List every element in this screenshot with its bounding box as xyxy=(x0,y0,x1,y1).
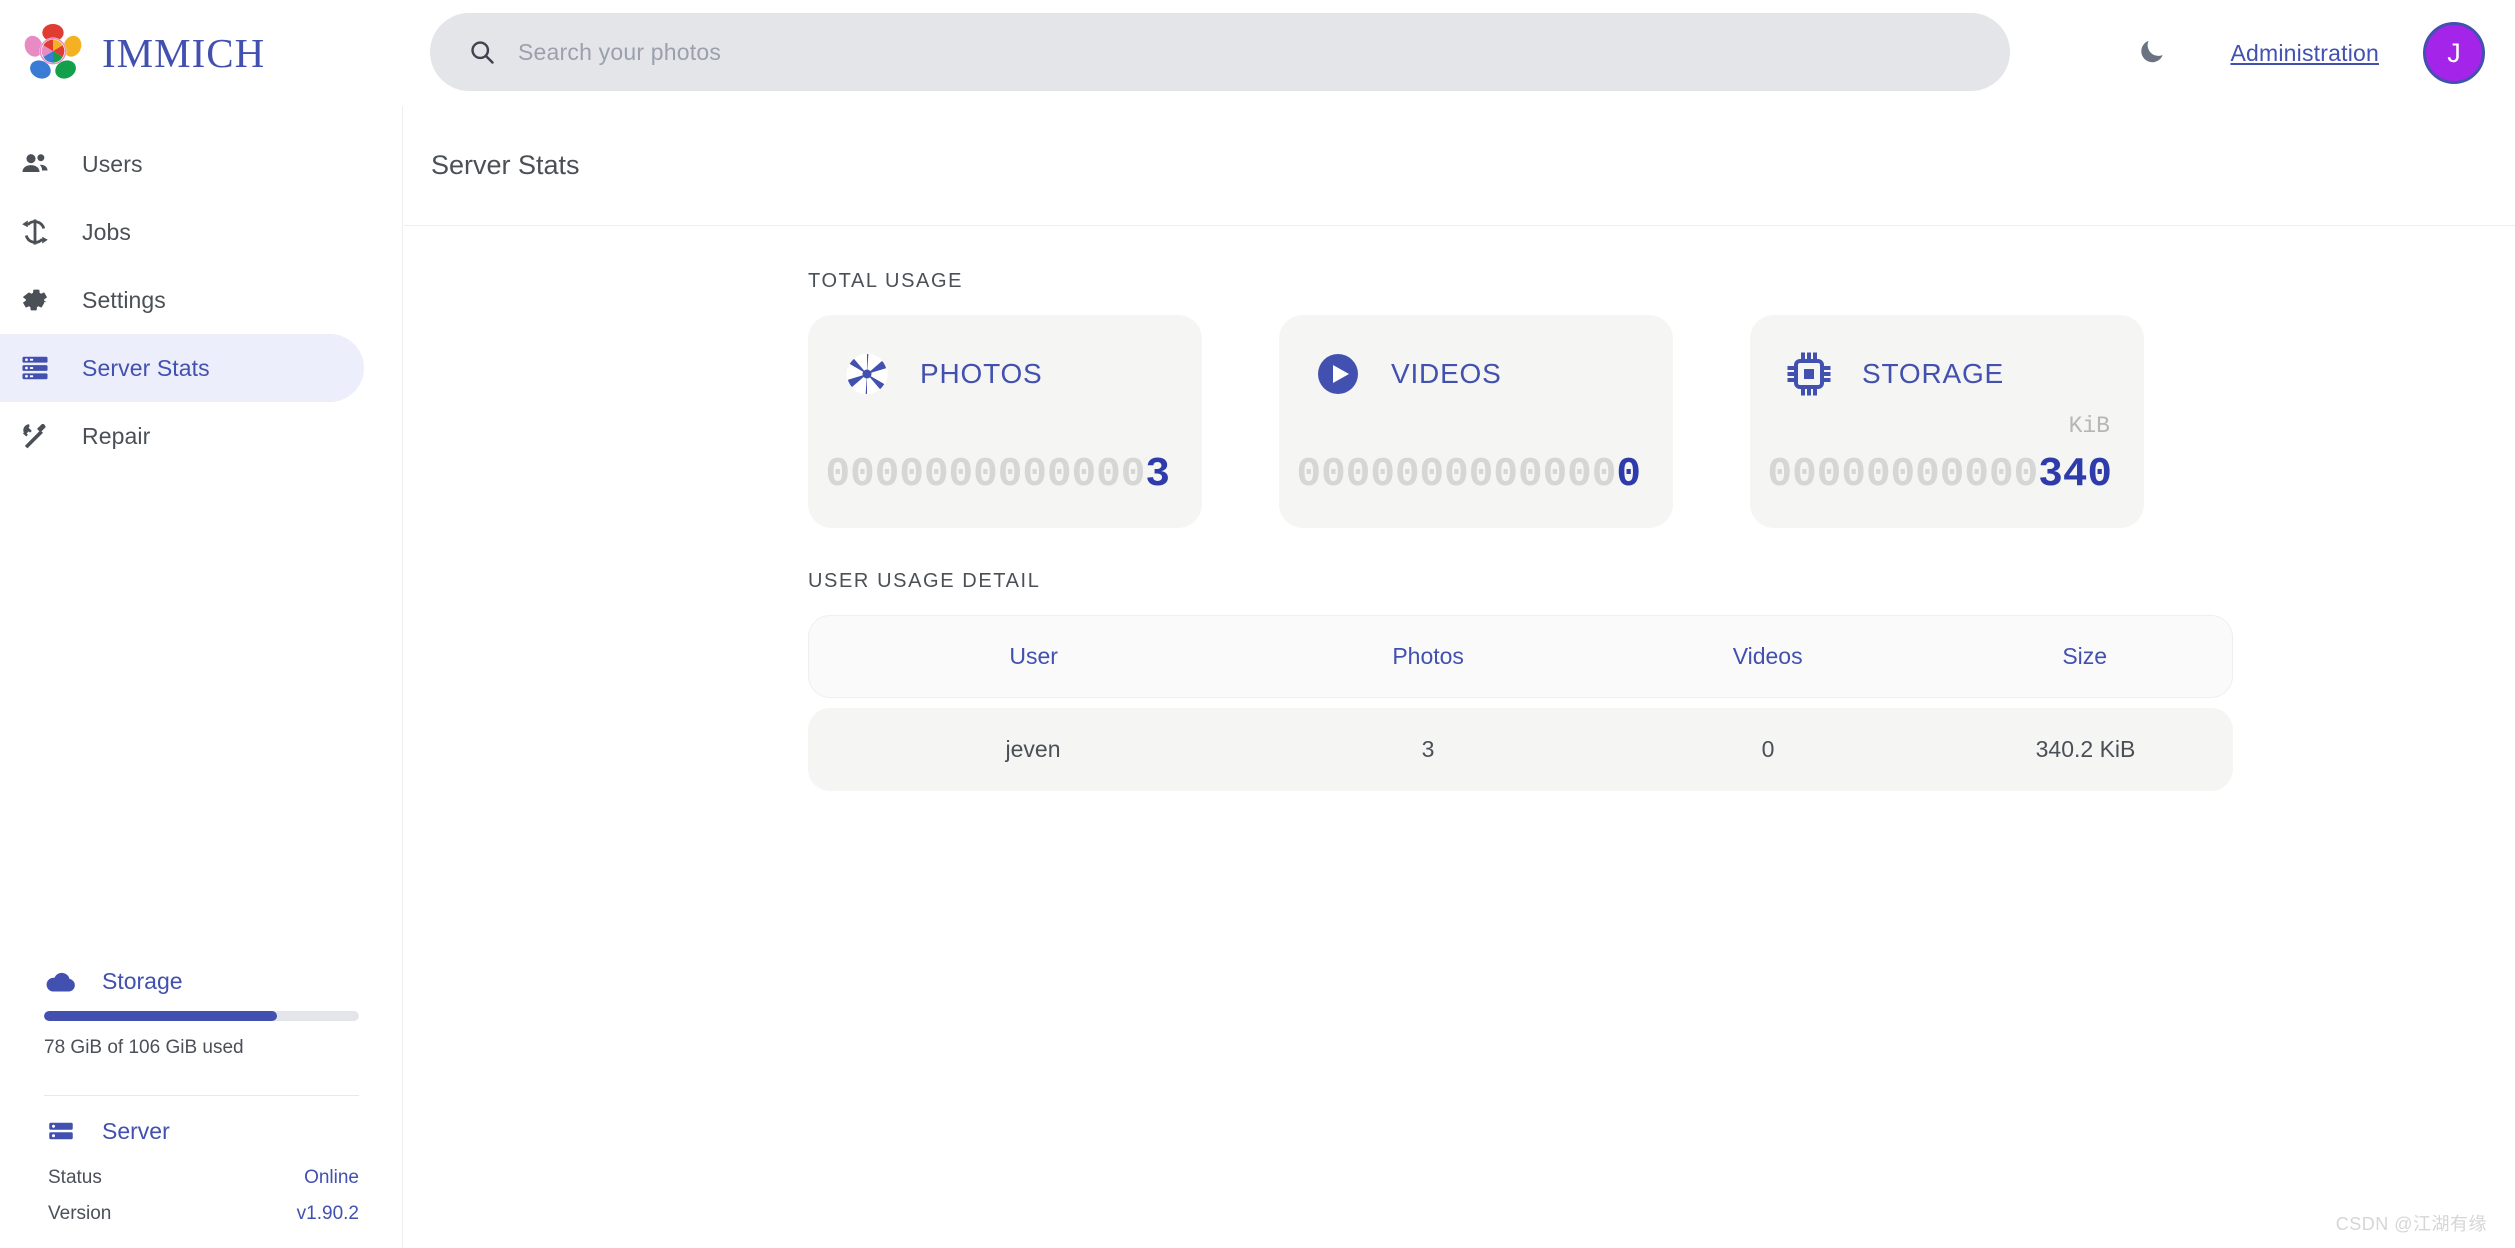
server-version-row: Version v1.90.2 xyxy=(44,1196,359,1232)
stat-card-header: STORAGE xyxy=(1784,349,2110,399)
stat-leading-zeros: 0000000000000 xyxy=(826,452,1146,498)
storage-usage-text: 78 GiB of 106 GiB used xyxy=(44,1037,359,1059)
wrench-tool-icon xyxy=(18,419,52,453)
avatar-initial: J xyxy=(2447,38,2461,69)
stat-card-value: 00000000000003 xyxy=(826,455,1170,496)
stat-card-header: PHOTOS xyxy=(842,349,1168,399)
column-label: Size xyxy=(2062,643,2107,669)
cell-size: 340.2 KiB xyxy=(1938,736,2233,763)
brand-name: IMMICH xyxy=(102,29,265,77)
sidebar-divider xyxy=(44,1095,359,1096)
search-input-placeholder[interactable]: Search your photos xyxy=(518,39,721,66)
server-version-value: v1.90.2 xyxy=(297,1203,359,1225)
page-header: Server Stats xyxy=(404,106,2515,226)
user-usage-label: USER USAGE DETAIL xyxy=(808,570,2515,593)
server-widget: Server Status Online Version v1.90.2 xyxy=(44,1114,359,1232)
storage-progress-bar xyxy=(44,1011,359,1021)
sidebar: Users Jobs Settings xyxy=(0,106,403,1248)
stat-card-storage: STORAGE KiB 00000000000340 xyxy=(1750,315,2144,528)
top-bar: IMMICH Search your photos Administration… xyxy=(0,0,2515,106)
server-header: Server xyxy=(44,1114,359,1148)
play-circle-icon xyxy=(1313,349,1363,399)
administration-link[interactable]: Administration xyxy=(2230,40,2379,67)
top-bar-actions: Administration J xyxy=(2122,0,2515,106)
stat-card-header: VIDEOS xyxy=(1313,349,1639,399)
cell-value: 0 xyxy=(1762,736,1775,762)
cell-value: 3 xyxy=(1422,736,1435,762)
cell-value: jeven xyxy=(1006,736,1061,762)
sidebar-item-label: Server Stats xyxy=(82,355,210,382)
table-header-videos: Videos xyxy=(1598,643,1938,670)
sidebar-nav: Users Jobs Settings xyxy=(0,106,402,470)
stat-digits: 340 xyxy=(2038,452,2112,498)
gear-icon xyxy=(18,283,52,317)
brand[interactable]: IMMICH xyxy=(0,0,430,106)
sidebar-item-settings[interactable]: Settings xyxy=(0,266,364,334)
server-status-label: Status xyxy=(48,1167,102,1189)
total-usage-label: TOTAL USAGE xyxy=(808,270,2515,293)
sidebar-item-repair[interactable]: Repair xyxy=(0,402,364,470)
cloud-icon xyxy=(44,969,78,995)
user-usage-table: User Photos Videos Size jeven 3 0 340.2 … xyxy=(808,615,2233,791)
user-avatar[interactable]: J xyxy=(2423,22,2485,84)
stat-leading-zeros: 0000000000000 xyxy=(1297,452,1617,498)
total-usage-cards: PHOTOS 00000000000003 VIDEOS xyxy=(808,315,2515,528)
stat-card-value: 00000000000000 xyxy=(1297,455,1641,496)
table-header-user: User xyxy=(809,643,1258,670)
dark-mode-toggle-button[interactable] xyxy=(2122,23,2182,83)
sidebar-item-label: Settings xyxy=(82,287,166,314)
stat-leading-zeros: 00000000000 xyxy=(1768,452,2039,498)
table-row: jeven 3 0 340.2 KiB xyxy=(808,708,2233,791)
sidebar-item-label: Users xyxy=(82,151,143,178)
watermark: CSDN @江湖有缘 xyxy=(2336,1210,2487,1236)
server-version-label: Version xyxy=(48,1203,111,1225)
stat-card-unit: KiB xyxy=(2069,413,2110,439)
table-header-size: Size xyxy=(1937,643,2232,670)
stat-card-title: PHOTOS xyxy=(920,358,1043,390)
chip-icon xyxy=(1784,349,1834,399)
sidebar-item-users[interactable]: Users xyxy=(0,130,364,198)
main-content: Server Stats TOTAL USAGE xyxy=(404,106,2515,1248)
sidebar-item-jobs[interactable]: Jobs xyxy=(0,198,364,266)
moon-icon xyxy=(2137,36,2167,71)
sidebar-item-server-stats[interactable]: Server Stats xyxy=(0,334,364,402)
server-icon xyxy=(44,1114,78,1148)
storage-widget: Storage 78 GiB of 106 GiB used xyxy=(44,968,359,1081)
aperture-icon xyxy=(842,349,892,399)
stat-card-value: 00000000000340 xyxy=(1768,455,2112,496)
column-label: Photos xyxy=(1392,643,1464,669)
stat-card-title: STORAGE xyxy=(1862,358,2004,390)
server-icon xyxy=(18,351,52,385)
immich-lens-logo-icon xyxy=(22,22,84,84)
cell-photos: 3 xyxy=(1258,736,1598,763)
stat-card-videos: VIDEOS 00000000000000 xyxy=(1279,315,1673,528)
search-bar[interactable]: Search your photos xyxy=(430,13,2010,91)
sidebar-item-label: Repair xyxy=(82,423,150,450)
sidebar-footer: Storage 78 GiB of 106 GiB used Server xyxy=(0,968,403,1248)
storage-progress-fill xyxy=(44,1011,277,1021)
stat-digits: 0 xyxy=(1616,452,1641,498)
cell-user: jeven xyxy=(808,736,1258,763)
column-label: Videos xyxy=(1733,643,1803,669)
server-status-value: Online xyxy=(304,1167,359,1189)
stats-content: TOTAL USAGE xyxy=(404,226,2515,791)
table-header-row: User Photos Videos Size xyxy=(808,615,2233,698)
table-header-photos: Photos xyxy=(1258,643,1598,670)
refresh-icon xyxy=(18,215,52,249)
search-icon xyxy=(468,38,496,66)
cell-value: 340.2 KiB xyxy=(2036,736,2136,762)
server-status-row: Status Online xyxy=(44,1160,359,1196)
cell-videos: 0 xyxy=(1598,736,1938,763)
page-title: Server Stats xyxy=(431,150,580,181)
storage-header: Storage xyxy=(44,968,359,995)
storage-title: Storage xyxy=(102,968,183,995)
users-icon xyxy=(18,147,52,181)
server-title: Server xyxy=(102,1118,170,1145)
stat-card-title: VIDEOS xyxy=(1391,358,1502,390)
sidebar-item-label: Jobs xyxy=(82,219,131,246)
stat-card-photos: PHOTOS 00000000000003 xyxy=(808,315,1202,528)
stat-digits: 3 xyxy=(1145,452,1170,498)
column-label: User xyxy=(1009,643,1058,669)
